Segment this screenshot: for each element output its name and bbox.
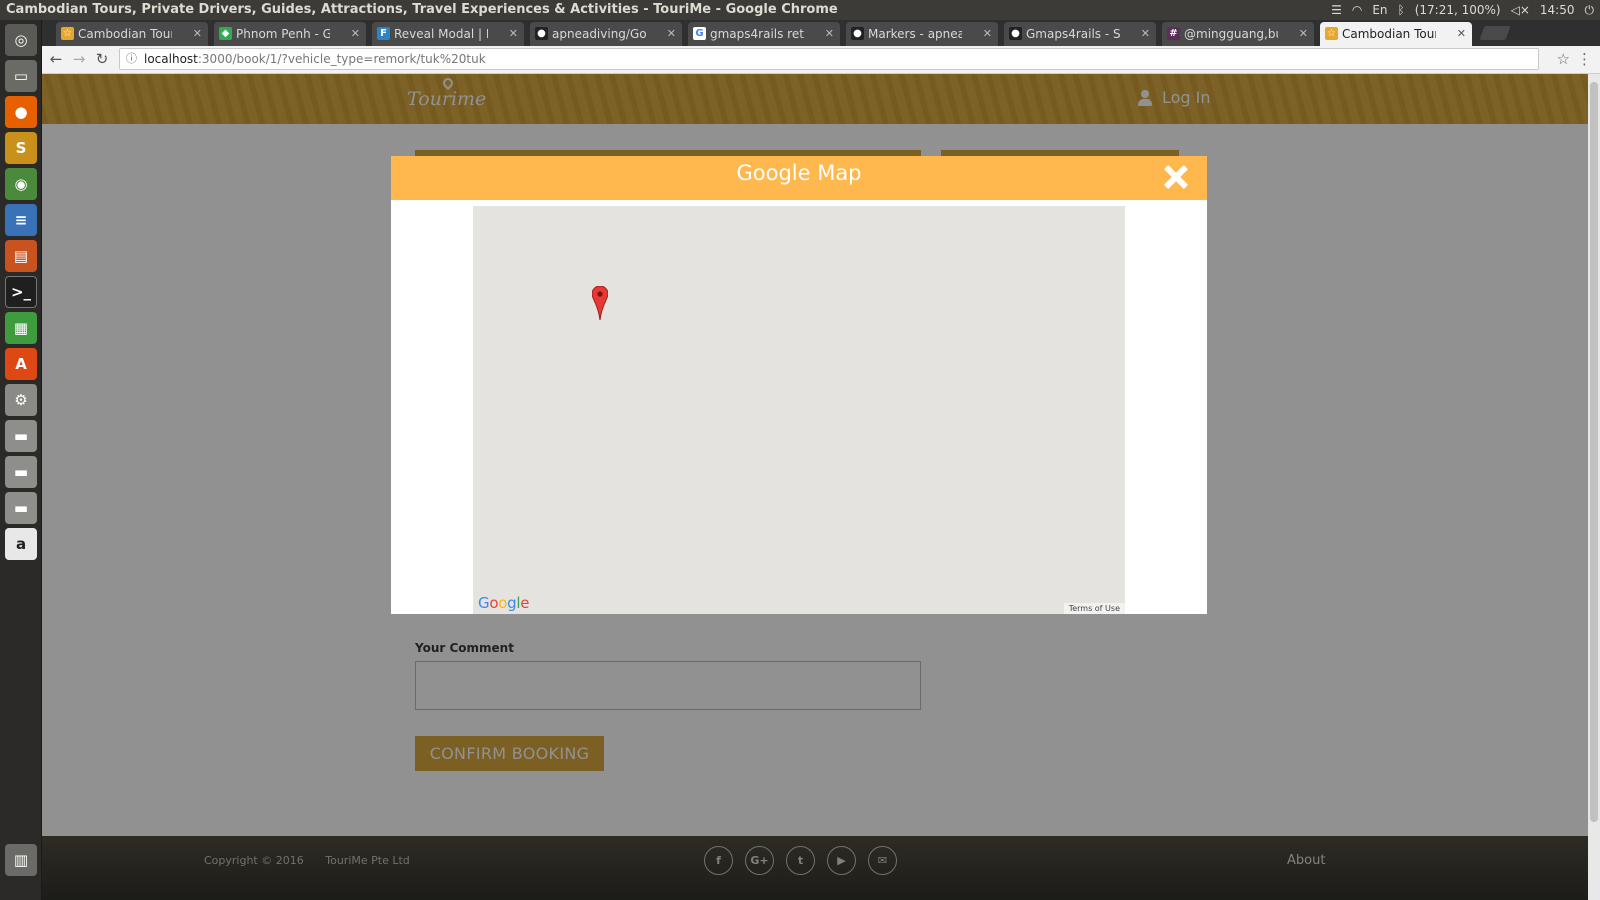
google-favicon-icon: G [693, 27, 706, 40]
keyboard-indicator[interactable]: En [1372, 0, 1387, 20]
tab-label: Cambodian Tours, P [78, 27, 172, 41]
wifi-icon[interactable]: ◠ [1352, 0, 1362, 20]
scrollbar-thumb[interactable] [1590, 82, 1598, 822]
page-viewport: Tourime Log In Your Comment CONFIRM BOOK… [42, 74, 1588, 900]
clock[interactable]: 14:50 [1540, 0, 1575, 20]
tab-label: apneadiving/Goog [552, 27, 646, 41]
power-icon[interactable]: ⏻ [1585, 0, 1595, 20]
battery-indicator[interactable]: (17:21, 100%) [1415, 0, 1501, 20]
back-icon[interactable]: ← [46, 49, 66, 69]
page-scrollbar[interactable] [1588, 74, 1600, 900]
google-maps-favicon-icon: ◆ [219, 27, 232, 40]
unity-launcher: ◎ ▭ ● S ◉ ≡ ▤ >_ ▦ A ⚙ ▬ ▬ ▬ a ▥ [0, 20, 42, 900]
browser-tab[interactable]: G gmaps4rails retriev ✕ [688, 22, 840, 46]
amazon-icon[interactable]: a [5, 528, 37, 560]
tab-close-icon[interactable]: ✕ [193, 22, 202, 46]
modal-title: Google Map [736, 161, 862, 185]
tab-close-icon[interactable]: ✕ [1141, 22, 1150, 46]
tourime-favicon-icon: ☆ [1325, 27, 1338, 40]
google-logo[interactable]: Google [478, 594, 529, 612]
map-marker-icon[interactable] [592, 286, 608, 320]
address-bar[interactable]: ⓘ localhost:3000/book/1/?vehicle_type=re… [119, 48, 1539, 70]
dash-icon[interactable]: ◎ [5, 24, 37, 56]
firefox-icon[interactable]: ● [5, 96, 37, 128]
trash-icon[interactable]: ▥ [5, 844, 37, 876]
close-icon[interactable] [1163, 164, 1189, 190]
drive-icon[interactable]: ▬ [5, 456, 37, 488]
window-title: Cambodian Tours, Private Drivers, Guides… [6, 2, 838, 17]
tab-label: Phnom Penh - Goog [236, 27, 330, 41]
software-center-icon[interactable]: A [5, 348, 37, 380]
tab-label: Reveal Modal | Fou [394, 27, 488, 41]
info-icon[interactable]: ⓘ [126, 49, 137, 69]
tab-close-icon[interactable]: ✕ [351, 22, 360, 46]
bookmark-star-icon[interactable]: ☆ [1557, 50, 1570, 68]
browser-tab[interactable]: ◆ Phnom Penh - Goog ✕ [214, 22, 366, 46]
tab-close-icon[interactable]: ✕ [1299, 22, 1308, 46]
browser-tab[interactable]: # @mingguang,bunk ✕ [1162, 22, 1314, 46]
foundation-favicon-icon: F [377, 27, 390, 40]
tab-label: Markers - apneadiv [868, 27, 962, 41]
github-favicon-icon: ● [1009, 27, 1022, 40]
menu-icon[interactable]: ☰ [1331, 0, 1342, 20]
volume-icon[interactable]: ◁× [1511, 0, 1530, 20]
sublime-text-icon[interactable]: S [5, 132, 37, 164]
new-tab-button[interactable] [1479, 26, 1511, 40]
google-map-modal: Google Map Google Terms of Use [391, 156, 1207, 614]
tab-label: Cambodian Tours, P [1342, 27, 1436, 41]
chrome-menu-icon[interactable]: ⋮ [1577, 50, 1592, 68]
terminal-icon[interactable]: >_ [5, 276, 37, 308]
os-top-panel: Cambodian Tours, Private Drivers, Guides… [0, 0, 1600, 20]
tab-close-icon[interactable]: ✕ [825, 22, 834, 46]
tab-label: gmaps4rails retriev [710, 27, 804, 41]
tab-close-icon[interactable]: ✕ [667, 22, 676, 46]
tab-strip: ☆ Cambodian Tours, P ✕ ◆ Phnom Penh - Go… [42, 20, 1600, 46]
browser-tab[interactable]: ● Gmaps4rails - Set Z ✕ [1004, 22, 1156, 46]
system-indicators: ☰ ◠ En ᛒ (17:21, 100%) ◁× 14:50 ⏻ [1331, 0, 1594, 20]
writer-icon[interactable]: ≡ [5, 204, 37, 236]
google-map[interactable]: Google Terms of Use [473, 206, 1125, 614]
browser-toolbar: ← → ↻ ⓘ localhost:3000/book/1/?vehicle_t… [42, 46, 1600, 74]
slack-favicon-icon: # [1167, 27, 1180, 40]
files-icon[interactable]: ▭ [5, 60, 37, 92]
tourime-favicon-icon: ☆ [61, 27, 74, 40]
modal-overlay[interactable]: Google Map Google Terms of Use [42, 74, 1588, 900]
impress-icon[interactable]: ▤ [5, 240, 37, 272]
terms-of-use-link[interactable]: Terms of Use [1063, 603, 1125, 614]
github-favicon-icon: ● [851, 27, 864, 40]
browser-tab-active[interactable]: ☆ Cambodian Tours, P ✕ [1320, 22, 1472, 46]
chrome-icon[interactable]: ◉ [5, 168, 37, 200]
tab-label: @mingguang,bunk [1184, 27, 1278, 41]
settings-icon[interactable]: ⚙ [5, 384, 37, 416]
tab-close-icon[interactable]: ✕ [983, 22, 992, 46]
bluetooth-icon[interactable]: ᛒ [1398, 0, 1405, 20]
drive-icon[interactable]: ▬ [5, 420, 37, 452]
forward-icon[interactable]: → [69, 49, 89, 69]
modal-header: Google Map [391, 156, 1207, 200]
browser-tab[interactable]: ● apneadiving/Goog ✕ [530, 22, 682, 46]
url-host: localhost [144, 52, 198, 66]
browser-tab[interactable]: F Reveal Modal | Fou ✕ [372, 22, 524, 46]
calc-icon[interactable]: ▦ [5, 312, 37, 344]
reload-icon[interactable]: ↻ [92, 49, 112, 69]
tab-close-icon[interactable]: ✕ [1457, 22, 1466, 46]
tab-label: Gmaps4rails - Set Z [1026, 27, 1120, 41]
url-path: :3000/book/1/?vehicle_type=remork/tuk%20… [197, 52, 486, 66]
drive-icon[interactable]: ▬ [5, 492, 37, 524]
browser-tab[interactable]: ● Markers - apneadiv ✕ [846, 22, 998, 46]
tab-close-icon[interactable]: ✕ [509, 22, 518, 46]
browser-tab[interactable]: ☆ Cambodian Tours, P ✕ [56, 22, 208, 46]
github-favicon-icon: ● [535, 27, 548, 40]
